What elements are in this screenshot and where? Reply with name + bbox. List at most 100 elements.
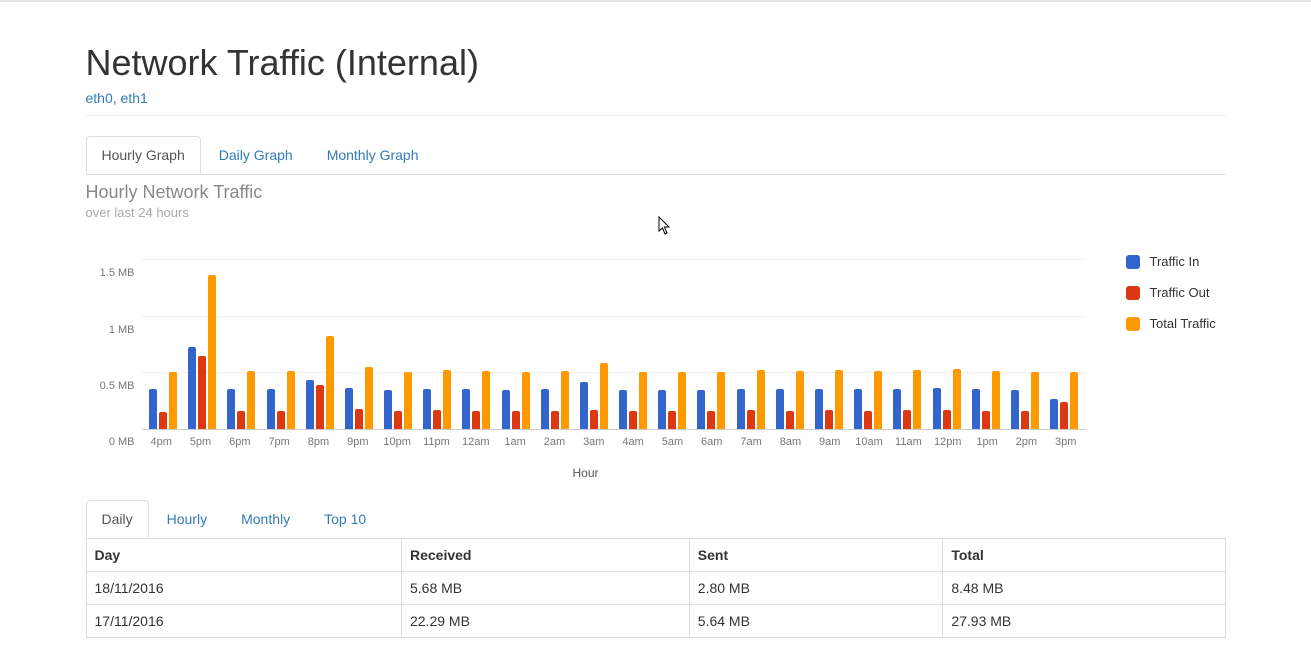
graph-tab-daily[interactable]: Daily Graph (203, 136, 309, 174)
bar-group (300, 250, 339, 429)
bar-group (457, 250, 496, 429)
bar-in (462, 389, 470, 429)
legend-item[interactable]: Total Traffic (1126, 316, 1226, 331)
table-tab-daily[interactable]: Daily (86, 500, 149, 538)
table-tab-monthly[interactable]: Monthly (225, 500, 306, 538)
bar-total (678, 372, 686, 429)
bar-group (770, 250, 809, 429)
x-axis: 4pm5pm6pm7pm8pm9pm10pm11pm12am1am2am3am4… (142, 430, 1086, 448)
x-tick: 6pm (220, 436, 259, 448)
bar-out (159, 412, 167, 429)
chart-title-block: Hourly Network Traffic over last 24 hour… (86, 182, 1226, 220)
x-tick: 8pm (299, 436, 338, 448)
page-header: Network Traffic (Internal) eth0, eth1 (86, 42, 1226, 116)
bar-in (227, 389, 235, 429)
bar-group (574, 250, 613, 429)
table-tab-top10[interactable]: Top 10 (308, 500, 382, 538)
legend-label: Traffic Out (1150, 285, 1210, 300)
table-tabs: DailyHourlyMonthlyTop 10 (86, 500, 1226, 539)
bar-in (149, 389, 157, 429)
x-tick: 9am (810, 436, 849, 448)
table-column-header: Received (401, 539, 689, 572)
bar-group (731, 250, 770, 429)
x-axis-label: Hour (86, 466, 1086, 480)
bar-group (144, 250, 183, 429)
legend-label: Traffic In (1150, 254, 1200, 269)
bar-total (717, 372, 725, 429)
bar-group (614, 250, 653, 429)
bar-group (809, 250, 848, 429)
graph-tab-hourly[interactable]: Hourly Graph (86, 136, 201, 174)
table-cell-received: 5.68 MB (401, 572, 689, 605)
table-tab-hourly[interactable]: Hourly (151, 500, 223, 538)
bar-group (496, 250, 535, 429)
bar-in (502, 390, 510, 429)
table-column-header: Sent (689, 539, 943, 572)
bar-in (619, 390, 627, 429)
bar-out (668, 411, 676, 429)
graph-tabs: Hourly GraphDaily GraphMonthly Graph (86, 136, 1226, 175)
x-tick: 3am (574, 436, 613, 448)
bar-out (277, 411, 285, 429)
bar-out (707, 411, 715, 429)
bar-group (692, 250, 731, 429)
bar-out (394, 411, 402, 429)
traffic-table: DayReceivedSentTotal 18/11/20165.68 MB2.… (86, 538, 1226, 638)
bar-in (776, 389, 784, 429)
bar-out (1021, 411, 1029, 429)
legend-item[interactable]: Traffic In (1126, 254, 1226, 269)
bar-total (169, 372, 177, 429)
bar-group (339, 250, 378, 429)
bar-total (600, 363, 608, 429)
bar-in (854, 389, 862, 429)
bar-total (757, 370, 765, 429)
bar-in (1050, 399, 1058, 429)
x-tick: 2pm (1007, 436, 1046, 448)
bar-group (261, 250, 300, 429)
bar-out (355, 409, 363, 429)
x-tick: 10am (849, 436, 888, 448)
chart-subtitle: over last 24 hours (86, 205, 1226, 220)
interfaces-link[interactable]: eth0, eth1 (86, 90, 148, 106)
bar-group (183, 250, 222, 429)
x-tick: 4pm (142, 436, 181, 448)
bar-total (247, 371, 255, 429)
bar-in (541, 389, 549, 429)
y-tick: 0 MB (109, 436, 135, 448)
table-cell-total: 27.93 MB (943, 605, 1225, 638)
x-tick: 1am (495, 436, 534, 448)
legend-swatch-icon (1126, 255, 1140, 269)
y-tick: 1.5 MB (100, 267, 135, 279)
bar-total (287, 371, 295, 429)
legend-item[interactable]: Traffic Out (1126, 285, 1226, 300)
x-tick: 6am (692, 436, 731, 448)
bar-in (815, 389, 823, 429)
x-tick: 4am (613, 436, 652, 448)
bar-out (943, 410, 951, 429)
bar-total (326, 336, 334, 429)
table-cell-received: 22.29 MB (401, 605, 689, 638)
x-tick: 5am (653, 436, 692, 448)
graph-tab-monthly[interactable]: Monthly Graph (311, 136, 435, 174)
bar-total (835, 370, 843, 429)
x-tick: 8am (771, 436, 810, 448)
x-tick: 12am (456, 436, 495, 448)
x-tick: 5pm (181, 436, 220, 448)
bar-out (433, 410, 441, 429)
bar-out (629, 411, 637, 429)
bar-group (535, 250, 574, 429)
bar-total (208, 275, 216, 429)
bar-in (893, 389, 901, 429)
table-cell-day: 17/11/2016 (86, 605, 401, 638)
bar-in (345, 388, 353, 429)
x-tick: 11am (889, 436, 928, 448)
x-tick: 7am (731, 436, 770, 448)
bar-total (404, 372, 412, 429)
bar-out (903, 410, 911, 429)
x-tick: 10pm (377, 436, 416, 448)
table-row: 17/11/201622.29 MB5.64 MB27.93 MB (86, 605, 1225, 638)
bar-group (849, 250, 888, 429)
bar-in (580, 382, 588, 429)
y-axis: 0 MB0.5 MB1 MB1.5 MB (86, 250, 141, 442)
table-cell-sent: 5.64 MB (689, 605, 943, 638)
